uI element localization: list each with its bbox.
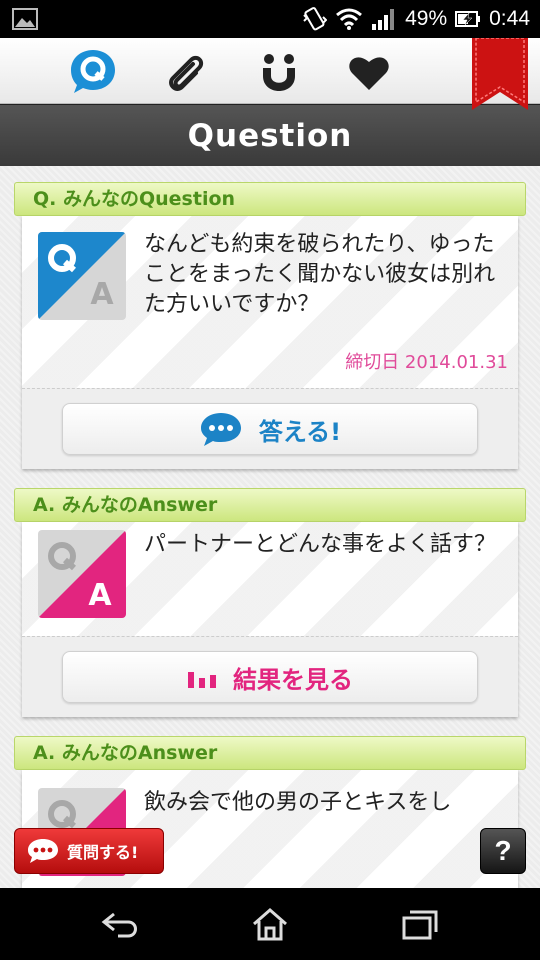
answer-button[interactable]: 答える! [62,403,478,455]
paperclip-icon [169,55,204,91]
clock: 0:44 [489,7,530,30]
heart-icon [349,57,389,90]
smile-icon [263,54,295,91]
bookmark-ribbon-icon[interactable] [470,38,530,110]
back-icon[interactable] [100,906,140,942]
section-header: A. みんなのAnswer [14,488,526,522]
help-button[interactable]: ? [480,828,526,874]
bar-chart-icon [188,672,216,688]
section-header: A. みんなのAnswer [14,736,526,770]
view-results-button[interactable]: 結果を見る [62,651,478,703]
page-title: Question [187,118,353,154]
qa-answer-icon: A [38,530,126,618]
wifi-icon [336,8,363,30]
answer-question-text: 飲み会で他の男の子とキスをし [144,790,452,815]
smile-tab[interactable] [254,47,304,97]
vibrate-icon [303,7,328,31]
q-bubble-icon [71,50,115,93]
ask-question-button[interactable]: 質問する! [14,828,164,874]
gallery-icon [12,8,38,30]
content-list[interactable]: Q. みんなのQuestion A なんども約束を破られたり、ゆったことをまった… [0,166,540,888]
clip-tab[interactable] [160,47,210,97]
svg-text:A: A [88,578,112,613]
answer-question-text: パートナーとどんな事をよく話す？ [144,532,497,557]
qa-question-icon: A [38,232,126,320]
speech-bubble-icon [28,839,58,863]
svg-text:A: A [90,277,114,312]
signal-icon [372,9,395,30]
tab-bar [0,38,540,104]
view-results-label: 結果を見る [233,665,353,694]
question-tab[interactable] [68,47,118,97]
recent-apps-icon[interactable] [400,906,440,942]
ask-question-label: 質問する! [67,843,139,862]
question-card[interactable]: A なんども約束を破られたり、ゆったことをまったく聞かない彼女は別れた方いいです… [22,216,518,469]
answer-button-label: 答える! [258,417,342,446]
status-bar: 49% 0:44 [0,0,540,38]
home-icon[interactable] [250,906,290,942]
question-section: Q. みんなのQuestion A なんども約束を破られたり、ゆったことをまった… [14,182,526,469]
system-nav-bar [0,888,540,960]
battery-percent: 49% [405,7,448,30]
battery-charging-icon [455,11,481,27]
answer-card[interactable]: A パートナーとどんな事をよく話す？ 結果を見る [22,522,518,717]
speech-bubble-icon [200,413,241,446]
deadline-date: 締切日 2014.01.31 [345,352,508,373]
question-text: なんども約束を破られたり、ゆったことをまったく聞かない彼女は別れた方いいですか？ [144,232,496,317]
section-header: Q. みんなのQuestion [14,182,526,216]
favorite-tab[interactable] [344,47,394,97]
answer-section: A. みんなのAnswer A パートナーとどんな事をよく話す？ 結果を見る [14,488,526,717]
title-bar: Question [0,104,540,166]
